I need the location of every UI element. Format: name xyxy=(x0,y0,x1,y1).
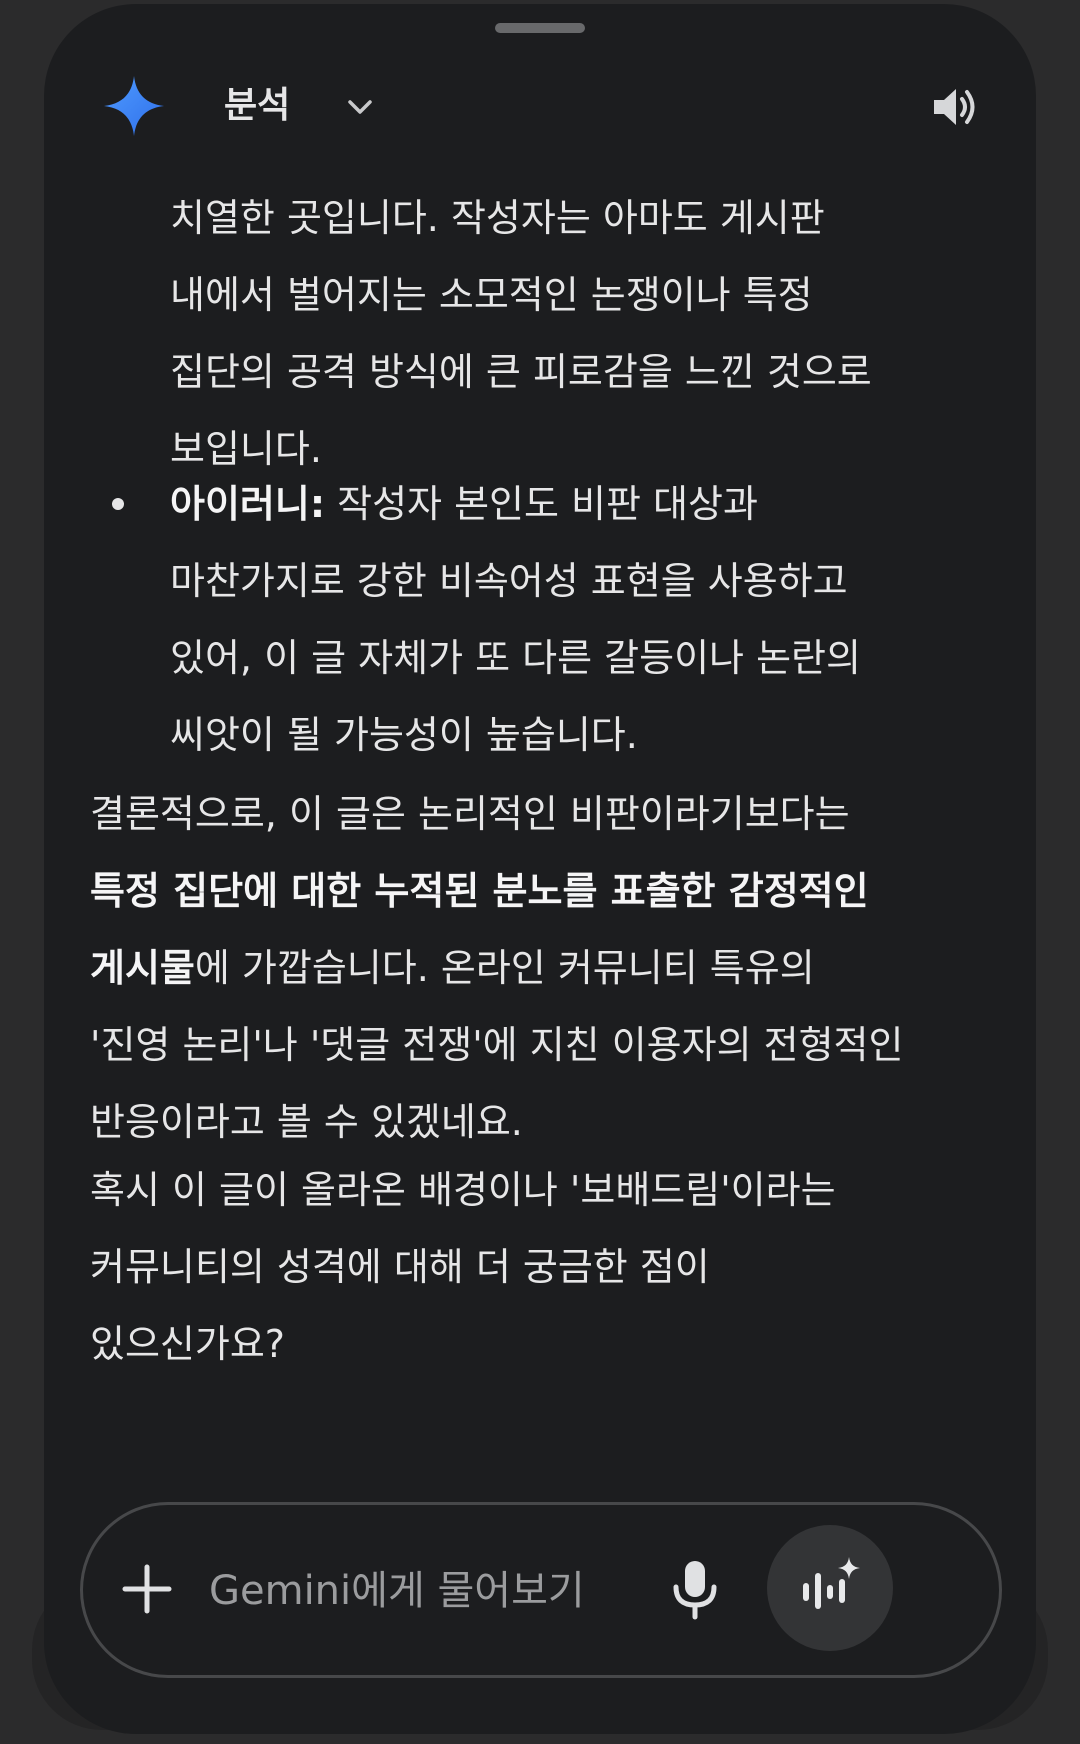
drag-handle[interactable] xyxy=(495,23,585,33)
text-line: 아이러니: 작성자 본인도 비판 대상과 xyxy=(170,466,861,543)
conclusion-paragraph: 결론적으로, 이 글은 논리적인 비판이라기보다는 특정 집단에 대한 누적된 … xyxy=(90,776,903,1161)
plain-text: 에 가깝습니다. 온라인 커뮤니티 특유의 xyxy=(194,946,815,990)
model-selector-label[interactable]: 분석 xyxy=(224,82,290,130)
header: 분석 xyxy=(44,64,1036,150)
text-line: 있으신가요? xyxy=(90,1322,285,1366)
gemini-sparkle-icon xyxy=(104,76,164,136)
text-line: '진영 논리'나 '댓글 전쟁'에 지친 이용자의 전형적인 xyxy=(90,1023,904,1067)
gemini-live-button[interactable] xyxy=(767,1525,893,1651)
response-paragraph: 치열한 곳입니다. 작성자는 아마도 게시판 내에서 벌어지는 소모적인 논쟁이… xyxy=(170,194,872,488)
text-line: 커뮤니티의 성격에 대해 더 궁금한 점이 xyxy=(90,1245,710,1289)
text-line: 집단의 공격 방식에 큰 피로감을 느낀 것으로 xyxy=(170,350,872,394)
prompt-input-bar[interactable]: Gemini에게 물어보기 xyxy=(80,1502,1002,1678)
gemini-chat-panel: 분석 치열한 곳입니다. 작성자는 아마도 게시판 내에서 벌어지는 소모적인 … xyxy=(44,4,1036,1734)
text-line: 반응이라고 볼 수 있겠네요. xyxy=(90,1100,523,1144)
text-line: 내에서 벌어지는 소모적인 논쟁이나 특정 xyxy=(170,273,813,317)
text-line: 치열한 곳입니다. 작성자는 아마도 게시판 xyxy=(170,196,825,240)
plus-icon[interactable] xyxy=(119,1561,175,1617)
text-line: 결론적으로, 이 글은 논리적인 비판이라기보다는 xyxy=(90,792,850,836)
chevron-down-icon[interactable] xyxy=(344,91,376,123)
bullet-item-irony: 아이러니: 작성자 본인도 비판 대상과 마찬가지로 강한 비속어성 표현을 사… xyxy=(170,466,861,774)
text-line: 씨앗이 될 가능성이 높습니다. xyxy=(170,713,638,757)
scroll-fade xyxy=(44,1416,1036,1474)
bullet-text: 작성자 본인도 비판 대상과 xyxy=(325,482,758,526)
bullet-label: 아이러니: xyxy=(170,482,326,526)
response-content: 치열한 곳입니다. 작성자는 아마도 게시판 내에서 벌어지는 소모적인 논쟁이… xyxy=(44,194,1036,1474)
gemini-live-icon xyxy=(803,1557,860,1609)
bullet-dot xyxy=(112,498,124,510)
text-line-bold: 특정 집단에 대한 누적된 분노를 표출한 감정적인 xyxy=(90,869,869,913)
bold-text: 게시물 xyxy=(90,946,195,990)
speaker-icon[interactable] xyxy=(930,82,980,132)
question-paragraph: 혹시 이 글이 올라온 배경이나 '보배드림'이라는 커뮤니티의 성격에 대해 … xyxy=(90,1152,836,1383)
text-line: 있어, 이 글 자체가 또 다른 갈등이나 논란의 xyxy=(170,636,861,680)
microphone-icon[interactable] xyxy=(667,1557,723,1621)
text-line: 게시물에 가깝습니다. 온라인 커뮤니티 특유의 xyxy=(90,930,903,1007)
prompt-input[interactable]: Gemini에게 물어보기 xyxy=(209,1563,585,1619)
text-line: 혹시 이 글이 올라온 배경이나 '보배드림'이라는 xyxy=(90,1168,836,1212)
text-line: 마찬가지로 강한 비속어성 표현을 사용하고 xyxy=(170,559,848,603)
